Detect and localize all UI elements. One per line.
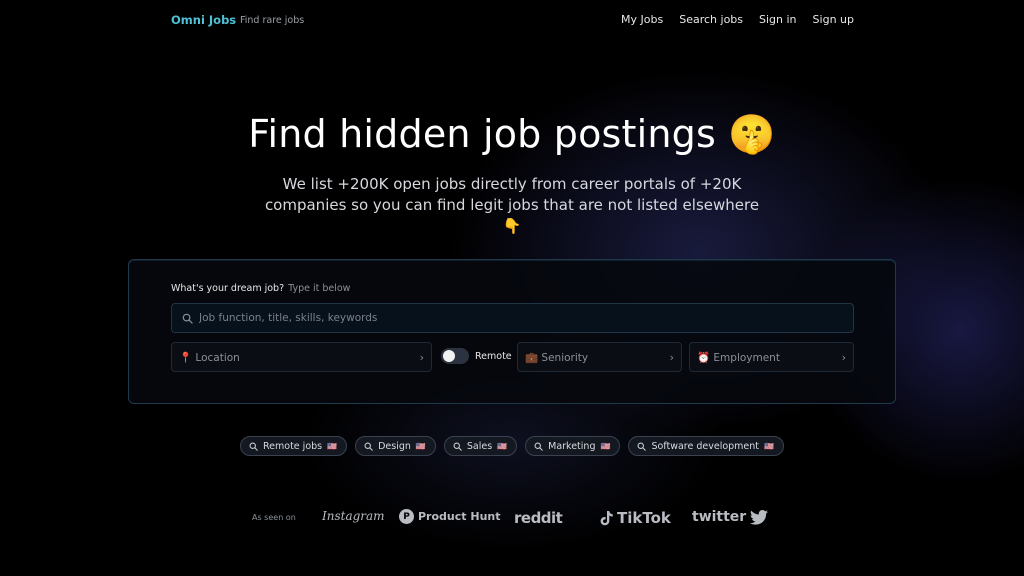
search-icon	[249, 442, 258, 451]
seniority-select-label: 💼 Seniority	[525, 351, 589, 364]
search-icon	[453, 442, 462, 451]
seniority-select[interactable]: 💼 Seniority ›	[517, 342, 682, 372]
nav-links: My Jobs Search jobs Sign in Sign up	[621, 13, 854, 26]
chip-software-development[interactable]: Software development 🇺🇸	[628, 436, 784, 456]
search-input[interactable]	[199, 312, 799, 324]
nav-link-sign-up[interactable]: Sign up	[813, 13, 854, 26]
twitter-logo: twitter	[692, 509, 769, 525]
product-hunt-icon: P	[399, 509, 414, 524]
hero-subtitle: We list +200K open jobs directly from ca…	[264, 175, 760, 235]
chevron-right-icon: ›	[841, 350, 846, 364]
employment-select-label: ⏰ Employment	[697, 351, 780, 364]
top-nav: Omni Jobs Find rare jobs My Jobs Search …	[0, 0, 1024, 40]
flag-icon: 🇺🇸	[497, 441, 508, 451]
brand-tagline: Find rare jobs	[240, 15, 305, 26]
chevron-right-icon: ›	[669, 350, 674, 364]
tiktok-text: TikTok	[617, 509, 671, 527]
location-select-label: 📍 Location	[179, 351, 240, 364]
search-icon	[534, 442, 543, 451]
employment-select[interactable]: ⏰ Employment ›	[689, 342, 854, 372]
chip-design[interactable]: Design 🇺🇸	[355, 436, 436, 456]
remote-toggle-label: Remote	[475, 350, 512, 362]
tiktok-icon	[600, 510, 613, 525]
as-seen-on: As seen on Instagram P Product Hunt redd…	[0, 504, 1024, 532]
chip-remote-jobs[interactable]: Remote jobs 🇺🇸	[240, 436, 348, 456]
tiktok-logo: TikTok	[600, 509, 671, 527]
search-icon	[182, 313, 193, 324]
brand-logo[interactable]: Omni Jobs	[171, 13, 236, 27]
location-select[interactable]: 📍 Location ›	[171, 342, 432, 372]
flag-icon: 🇺🇸	[600, 441, 611, 451]
product-hunt-logo: P Product Hunt	[399, 509, 500, 524]
chip-sales[interactable]: Sales 🇺🇸	[443, 436, 518, 456]
reddit-logo: reddit	[514, 509, 563, 527]
flag-icon: 🇺🇸	[415, 441, 426, 451]
chip-label: Software development	[651, 440, 760, 452]
twitter-bird-icon	[750, 509, 769, 525]
search-box[interactable]	[171, 303, 854, 333]
nav-link-search-jobs[interactable]: Search jobs	[679, 13, 743, 26]
chip-label: Sales	[466, 440, 493, 452]
product-hunt-text: Product Hunt	[418, 510, 501, 523]
search-label-text: What's your dream job?	[171, 283, 285, 294]
search-label: What's your dream job? Type it below	[171, 283, 350, 294]
filters-row: 📍 Location › Remote 💼 Seniority › ⏰ Empl…	[171, 342, 854, 372]
toggle-knob	[443, 350, 455, 362]
flag-icon: 🇺🇸	[327, 441, 338, 451]
instagram-logo: Instagram	[322, 509, 385, 523]
nav-link-my-jobs[interactable]: My Jobs	[621, 13, 663, 26]
hero-title: Find hidden job postings 🤫	[248, 112, 776, 156]
chip-label: Design	[378, 440, 411, 452]
twitter-text: twitter	[692, 509, 747, 525]
search-hint: Type it below	[288, 283, 351, 294]
chip-label: Remote jobs	[263, 440, 323, 452]
search-icon	[364, 442, 373, 451]
as-seen-on-label: As seen on	[252, 513, 296, 522]
chip-marketing[interactable]: Marketing 🇺🇸	[525, 436, 621, 456]
flag-icon: 🇺🇸	[764, 441, 774, 451]
quick-search-chips: Remote jobs 🇺🇸 Design 🇺🇸 Sales 🇺🇸 Market…	[0, 436, 1024, 456]
remote-toggle[interactable]	[441, 348, 469, 364]
nav-link-sign-in[interactable]: Sign in	[759, 13, 797, 26]
remote-toggle-group: Remote	[441, 348, 512, 364]
search-card: What's your dream job?Type it below 📍 Lo…	[128, 259, 896, 404]
chevron-right-icon: ›	[419, 350, 424, 364]
chip-label: Marketing	[548, 440, 596, 452]
search-icon	[637, 442, 647, 451]
